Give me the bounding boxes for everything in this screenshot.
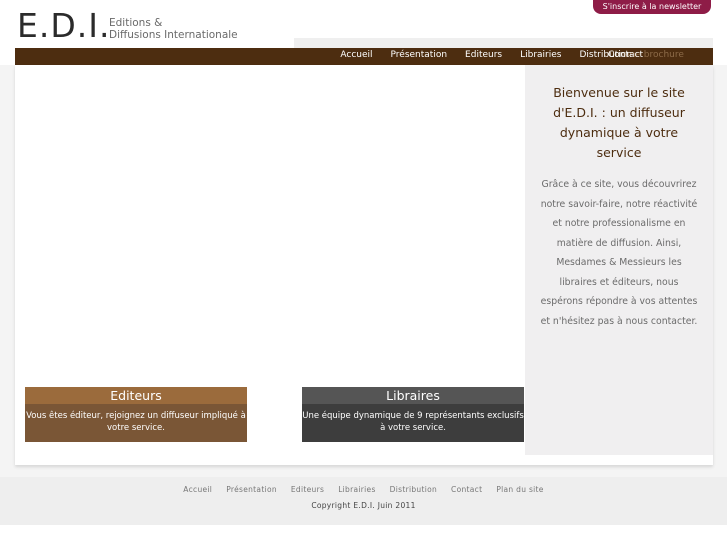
nav-item-presentation[interactable]: Présentation	[382, 48, 457, 65]
nav-item-accueil[interactable]: Accueil	[331, 48, 381, 65]
nav-item-editeurs[interactable]: Editeurs	[456, 48, 511, 65]
libraires-promo[interactable]: Libraires Une équipe dynamique de 9 repr…	[302, 387, 524, 442]
footer-link-contact[interactable]: Contact	[444, 484, 489, 496]
welcome-sidebar: Bienvenue sur le site d'E.D.I. : un diff…	[525, 65, 713, 455]
footer-link-editeurs[interactable]: Editeurs	[284, 484, 331, 496]
nav-item-contact[interactable]: Contact	[608, 48, 643, 63]
header-strip	[294, 38, 713, 48]
footer-link-accueil[interactable]: Accueil	[176, 484, 219, 496]
welcome-text: Grâce à ce site, vous découvrirez notre …	[540, 179, 698, 327]
libraires-promo-title: Libraires	[302, 387, 524, 404]
footer-link-presentation[interactable]: Présentation	[219, 484, 284, 496]
nav-contact-group: une brochure Contact	[608, 48, 713, 65]
editeurs-promo-text: Vous êtes éditeur, rejoignez un diffuseu…	[25, 404, 247, 442]
nav-item-librairies[interactable]: Librairies	[511, 48, 570, 65]
welcome-title: Bienvenue sur le site d'E.D.I. : un diff…	[553, 85, 685, 160]
site-footer: Accueil Présentation Editeurs Librairies…	[0, 477, 727, 525]
logo-subtitle: Editions & Diffusions Internationale	[109, 17, 238, 41]
footer-link-distribution[interactable]: Distribution	[383, 484, 444, 496]
libraires-promo-text: Une équipe dynamique de 9 représentants …	[302, 404, 524, 442]
footer-link-plan-du-site[interactable]: Plan du site	[489, 484, 550, 496]
editeurs-promo[interactable]: Editeurs Vous êtes éditeur, rejoignez un…	[25, 387, 247, 442]
footer-link-librairies[interactable]: Librairies	[331, 484, 382, 496]
footer-links: Accueil Présentation Editeurs Librairies…	[0, 484, 727, 496]
copyright: Copyright E.D.I. Juin 2011	[311, 501, 416, 510]
main-navigation: Accueil Présentation Editeurs Librairies…	[15, 48, 713, 65]
logo[interactable]: E.D.I.	[17, 6, 110, 46]
editeurs-promo-title: Editeurs	[25, 387, 247, 404]
nav-items: Accueil Présentation Editeurs Librairies…	[331, 48, 641, 65]
newsletter-signup-link[interactable]: S'inscrire à la newsletter	[593, 0, 711, 14]
logo-line-2: Diffusions Internationale	[109, 29, 238, 41]
logo-line-1: Editions &	[109, 17, 163, 29]
site-header: E.D.I. Editions & Diffusions Internation…	[0, 0, 727, 48]
main-content: Editeurs Vous êtes éditeur, rejoignez un…	[15, 65, 713, 465]
